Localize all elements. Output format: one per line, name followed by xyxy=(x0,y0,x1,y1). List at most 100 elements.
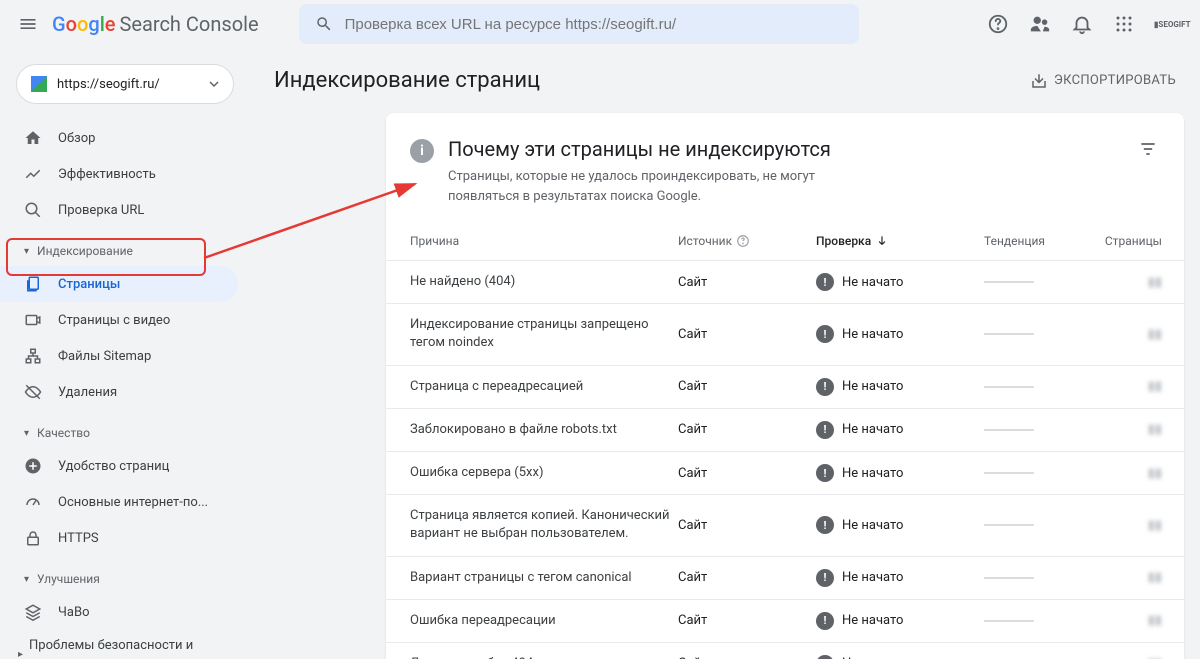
cell-status: ! Не начато xyxy=(816,378,976,396)
reasons-table: Причина Источник Проверка Тенденция Стра… xyxy=(386,222,1184,659)
sidebar-item-page-experience[interactable]: Удобство страниц xyxy=(0,448,238,484)
th-source[interactable]: Источник xyxy=(678,234,808,248)
table-row[interactable]: Вариант страницы с тегом canonical Сайт … xyxy=(386,557,1184,600)
export-button[interactable]: ЭКСПОРТИРОВАТЬ xyxy=(1030,72,1176,90)
cell-status: ! Не начато xyxy=(816,516,976,534)
section-label: Улучшения xyxy=(37,572,100,586)
cell-source: Сайт xyxy=(678,422,808,437)
th-check[interactable]: Проверка xyxy=(816,234,976,248)
sidebar-item-removals[interactable]: Удаления xyxy=(0,374,238,410)
sidebar-item-label: Удаления xyxy=(58,385,117,400)
status-icon: ! xyxy=(816,464,834,482)
download-icon xyxy=(1030,72,1048,90)
sidebar-item-label: Страницы с видео xyxy=(58,313,170,328)
th-trend[interactable]: Тенденция xyxy=(984,234,1094,248)
property-selector[interactable]: https://seogift.ru/ xyxy=(16,64,234,104)
pages-icon xyxy=(24,275,42,293)
cell-reason: Ошибка сервера (5xx) xyxy=(410,464,670,482)
card-title: Почему эти страницы не индексируются xyxy=(448,137,888,161)
table-row[interactable]: Ложная ошибка 404 Сайт ! Не начато ▮▮ xyxy=(386,643,1184,659)
sidebar-item-label: ЧаВо xyxy=(58,605,89,620)
sidebar-item-https[interactable]: HTTPS xyxy=(0,520,238,556)
lock-icon xyxy=(24,529,42,547)
sidebar-item-pages[interactable]: Страницы xyxy=(0,266,238,302)
status-icon: ! xyxy=(816,421,834,439)
cell-source: Сайт xyxy=(678,466,808,481)
sidebar-item-label: Обзор xyxy=(58,131,95,146)
chevron-down-icon: ▾ xyxy=(24,574,29,585)
cell-status: ! Не начато xyxy=(816,464,976,482)
sidebar-item-url-inspect[interactable]: Проверка URL xyxy=(0,192,238,228)
notifications-icon[interactable] xyxy=(1070,12,1094,36)
cell-trend xyxy=(984,386,1094,388)
sidebar-section-indexing[interactable]: ▾ Индексирование xyxy=(0,236,250,266)
sidebar-item-label: HTTPS xyxy=(58,531,99,546)
table-row[interactable]: Ошибка переадресации Сайт ! Не начато ▮▮ xyxy=(386,600,1184,643)
sidebar-item-label: Эффективность xyxy=(58,167,156,182)
sidebar-item-overview[interactable]: Обзор xyxy=(0,120,238,156)
th-reason[interactable]: Причина xyxy=(410,234,670,248)
sidebar-item-core-vitals[interactable]: Основные интернет-по... xyxy=(0,484,238,520)
table-row[interactable]: Ошибка сервера (5xx) Сайт ! Не начато ▮▮ xyxy=(386,452,1184,495)
cell-pages: ▮▮ xyxy=(1102,518,1162,533)
sidebar-item-sitemaps[interactable]: Файлы Sitemap xyxy=(0,338,238,374)
cell-pages: ▮▮ xyxy=(1102,466,1162,481)
main-content: Индексирование страниц ЭКСПОРТИРОВАТЬ i … xyxy=(250,48,1200,659)
cell-pages: ▮▮ xyxy=(1102,379,1162,394)
table-row[interactable]: Заблокировано в файле robots.txt Сайт ! … xyxy=(386,409,1184,452)
chevron-right-icon: ▸ xyxy=(18,648,23,659)
table-row[interactable]: Страница является копией. Канонический в… xyxy=(386,495,1184,556)
table-row[interactable]: Не найдено (404) Сайт ! Не начато ▮▮ xyxy=(386,261,1184,304)
cell-source: Сайт xyxy=(678,379,808,394)
url-search-input[interactable] xyxy=(345,16,843,33)
table-row[interactable]: Индексирование страницы запрещено тегом … xyxy=(386,304,1184,365)
account-badge[interactable]: ▮SEOGIFT xyxy=(1154,17,1184,31)
apps-icon[interactable] xyxy=(1112,12,1136,36)
cell-source: Сайт xyxy=(678,518,808,533)
cell-pages: ▮▮ xyxy=(1102,613,1162,628)
cell-reason: Индексирование страницы запрещено тегом … xyxy=(410,316,670,352)
filter-icon[interactable] xyxy=(1136,137,1160,161)
plus-circle-icon xyxy=(24,457,42,475)
status-icon: ! xyxy=(816,516,834,534)
sidebar-item-label: Удобство страниц xyxy=(58,459,169,474)
cell-pages: ▮▮ xyxy=(1102,570,1162,585)
cell-trend xyxy=(984,281,1094,283)
sidebar-item-security[interactable]: ▸ Проблемы безопасности и меры, принятые… xyxy=(0,630,250,659)
product-logo[interactable]: Google Search Console xyxy=(52,12,259,36)
property-icon xyxy=(31,76,47,92)
cell-source: Сайт xyxy=(678,275,808,290)
th-pages[interactable]: Страницы xyxy=(1102,234,1162,248)
sidebar-item-video-pages[interactable]: Страницы с видео xyxy=(0,302,238,338)
chevron-down-icon: ▾ xyxy=(24,428,29,439)
status-icon: ! xyxy=(816,569,834,587)
url-search-bar[interactable] xyxy=(299,4,859,44)
sidebar-item-performance[interactable]: Эффективность xyxy=(0,156,238,192)
cell-reason: Не найдено (404) xyxy=(410,273,670,291)
sidebar: https://seogift.ru/ Обзор Эффективность … xyxy=(0,48,250,659)
page-header: Индексирование страниц ЭКСПОРТИРОВАТЬ xyxy=(266,64,1184,97)
cell-pages: ▮▮ xyxy=(1102,422,1162,437)
cell-reason: Ложная ошибка 404 xyxy=(410,655,670,659)
cell-trend xyxy=(984,524,1094,526)
export-label: ЭКСПОРТИРОВАТЬ xyxy=(1054,73,1176,88)
table-row[interactable]: Страница с переадресацией Сайт ! Не нача… xyxy=(386,366,1184,409)
sidebar-section-quality[interactable]: ▾ Качество xyxy=(0,418,250,448)
users-icon[interactable] xyxy=(1028,12,1052,36)
cell-reason: Ошибка переадресации xyxy=(410,612,670,630)
cell-reason: Заблокировано в файле robots.txt xyxy=(410,421,670,439)
cell-status: ! Не начато xyxy=(816,421,976,439)
cell-pages: ▮▮ xyxy=(1102,327,1162,342)
cell-trend xyxy=(984,472,1094,474)
chevron-down-icon: ▾ xyxy=(24,246,29,257)
sidebar-item-faq[interactable]: ЧаВо xyxy=(0,594,238,630)
menu-icon[interactable] xyxy=(16,12,40,36)
cell-trend xyxy=(984,577,1094,579)
cell-source: Сайт xyxy=(678,327,808,342)
sidebar-item-label: Файлы Sitemap xyxy=(58,349,151,364)
search-icon xyxy=(24,201,42,219)
cell-reason: Страница является копией. Канонический в… xyxy=(410,507,670,543)
sidebar-section-enhancements[interactable]: ▾ Улучшения xyxy=(0,564,250,594)
sitemap-icon xyxy=(24,347,42,365)
help-icon[interactable] xyxy=(986,12,1010,36)
